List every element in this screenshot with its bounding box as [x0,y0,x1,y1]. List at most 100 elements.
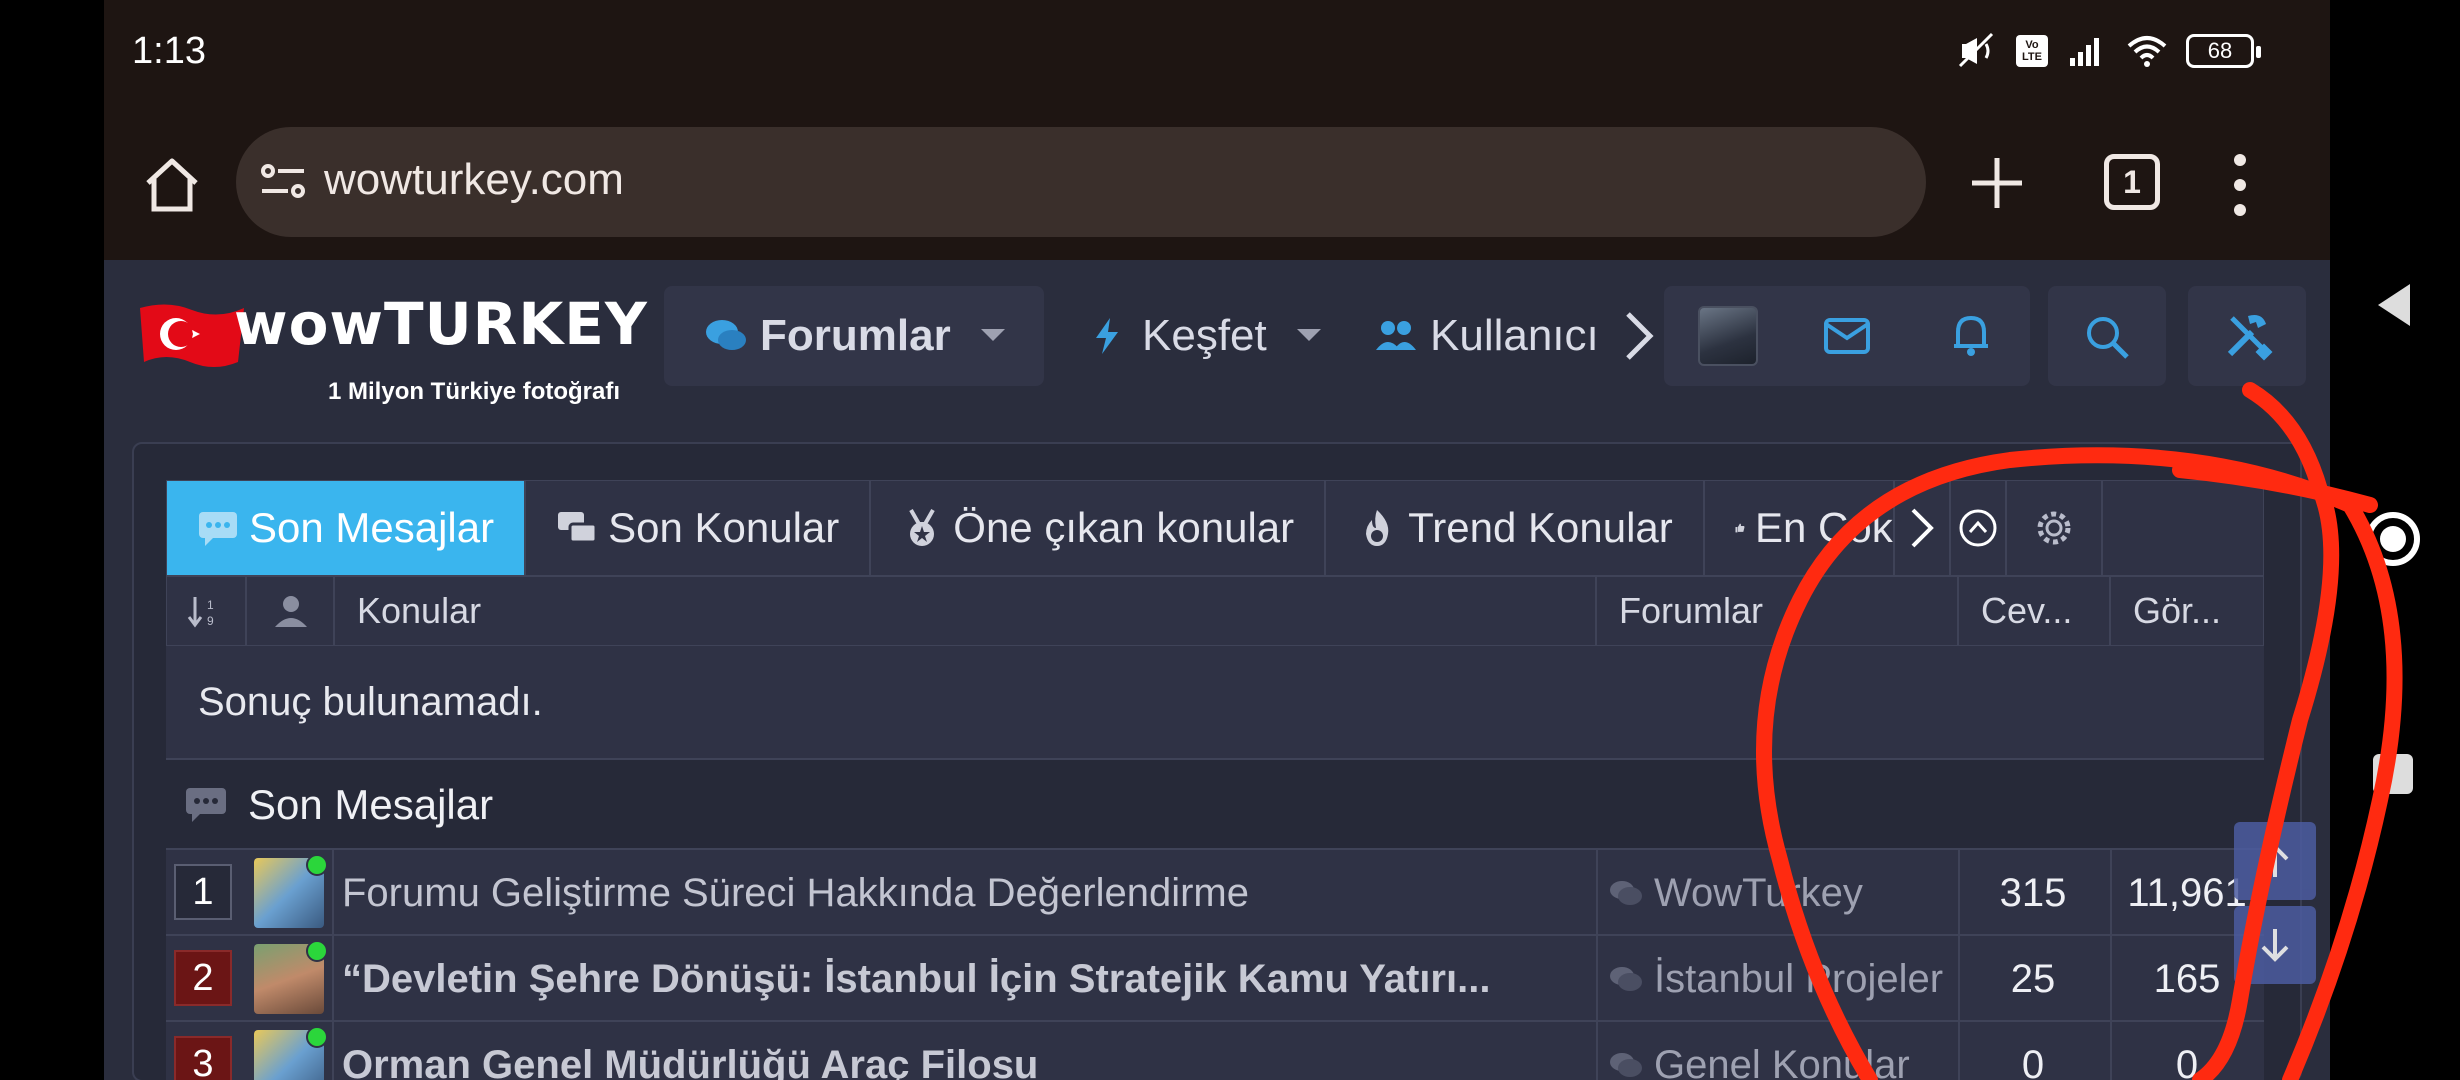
widget-tabs: Son Mesajlar Son Konular Öne çıkan konul… [166,480,2264,576]
nav-forumlar-label: Forumlar [760,311,951,360]
system-navigation-bar [2330,0,2460,1080]
thread-title[interactable]: Forumu Geliştirme Süreci Hakkında Değerl… [342,850,1562,936]
arrow-up-icon [2261,844,2289,877]
forum-name: İstanbul Projeler [1654,957,1944,1001]
tabs-scroll-right-button[interactable] [1895,481,1951,575]
comments-icon [706,320,746,350]
tab-switcher-button[interactable]: 1 [2104,154,2160,210]
volte-badge: Vo LTE [2016,35,2048,67]
latest-posts-widget: Son Mesajlar Son Konular Öne çıkan konul… [132,442,2302,1080]
avatar[interactable] [254,1026,328,1080]
tab-son-mesajlar[interactable]: Son Mesajlar [167,481,527,575]
collapse-button[interactable] [1951,481,2007,575]
avatar[interactable] [254,940,328,1014]
thread-title[interactable]: Orman Genel Müdürlüğü Araç Filosu [342,1022,1562,1080]
comments-icon [558,512,598,544]
comments-icon [1610,881,1642,905]
site-settings-icon[interactable] [258,159,310,205]
section-title-text: Son Mesajlar [248,781,494,828]
mute-vibrate-icon [1958,32,1994,68]
view-count: 0 [2175,1043,2199,1080]
thumbs-up-icon [1735,523,1745,533]
chevron-down-icon[interactable] [979,327,1007,345]
chat-icon [199,512,237,546]
arrow-down-icon [2261,929,2289,962]
sort-icon: 19 [187,597,214,628]
chevron-down-icon[interactable] [1295,327,1323,345]
gear-icon [2037,511,2071,545]
mail-icon[interactable] [1824,318,1870,354]
forum-name: Genel Konular [1654,1043,1910,1080]
tools-icon [2227,315,2273,361]
home-button[interactable] [2366,512,2420,566]
tab-label: Öne çıkan konular [953,504,1295,551]
table-row[interactable]: 3 Orman Genel Müdürlüğü Araç Filosu Gene… [166,1020,2264,1080]
sort-column[interactable]: 19 [167,577,247,645]
tab-one-cikan[interactable]: Öne çıkan konular [871,481,1327,575]
avatar[interactable] [254,854,328,928]
site-page: wowTURKEY 1 Milyon Türkiye fotoğrafı For… [104,260,2330,1080]
nav-scroll-right-icon[interactable] [1624,310,1654,362]
scroll-to-top-button[interactable] [2234,822,2316,900]
widget-settings-button[interactable] [2007,481,2103,575]
rank-badge: 1 [174,864,232,920]
site-logo[interactable]: wowTURKEY 1 Milyon Türkiye fotoğrafı [138,290,647,405]
address-bar[interactable]: wowturkey.com [236,127,1926,237]
chevron-circle-up-icon [1959,509,1997,547]
new-tab-icon[interactable] [1966,152,2028,214]
online-indicator [306,940,328,962]
chevron-right-icon [1911,508,1934,548]
section-heading: Son Mesajlar [166,758,2264,848]
brand-name: wowTURKEY [234,290,648,358]
tab-son-konular[interactable]: Son Konular [526,481,872,575]
table-row[interactable]: 2 “Devletin Şehre Dönüşü: İstanbul İçin … [166,934,2264,1022]
phone-screen: 1:13 Vo LTE 68 wowturkey.com 1 wowTURKEY… [104,0,2330,1080]
thread-forum[interactable]: Genel Konular [1596,1022,1910,1080]
bell-icon[interactable] [1950,312,1992,358]
search-button[interactable] [2048,286,2166,386]
chat-icon [186,788,226,822]
user-icon [275,596,307,627]
avatar-column [247,577,335,645]
thread-title[interactable]: “Devletin Şehre Dönüşü: İstanbul İçin St… [342,936,1562,1022]
tab-label: Trend Konular [1408,504,1673,551]
status-bar: 1:13 Vo LTE 68 [104,0,2330,110]
more-menu-icon[interactable] [2230,152,2250,218]
back-icon[interactable] [2374,280,2414,330]
no-result-message: Sonuç bulunamadı. [166,646,2264,758]
browser-toolbar: wowturkey.com 1 [104,110,2330,260]
svg-text:9: 9 [207,614,214,628]
url-text[interactable]: wowturkey.com [324,155,624,205]
signal-icon [2070,38,2099,66]
home-icon[interactable] [142,155,202,215]
user-menu [1664,286,2030,386]
turkish-flag-icon [140,304,244,367]
reply-count: 25 [2010,957,2056,1001]
reply-count: 0 [2021,1043,2045,1080]
user-avatar[interactable] [1698,306,1758,366]
wifi-icon [2127,36,2167,67]
nav-forumlar[interactable]: Forumlar [664,286,1044,386]
recent-apps-button[interactable] [2373,754,2413,794]
admin-tools-button[interactable] [2188,286,2306,386]
col-forumlar[interactable]: Forumlar [1597,577,1959,645]
online-indicator [306,854,328,876]
nav-kullanicilar-label: Kullanıcı [1430,311,1599,360]
table-row[interactable]: 1 Forumu Geliştirme Süreci Hakkında Değe… [166,848,2264,936]
col-goruntulenme[interactable]: Gör... [2111,577,2263,645]
medal-icon [909,509,936,546]
nav-kesfet[interactable]: Keşfet [1086,286,1356,386]
rank-badge: 3 [174,1036,232,1080]
nav-kullanicilar[interactable]: Kullanıcı [1374,286,1634,386]
tab-label: Son Mesajlar [249,504,495,551]
tab-trend[interactable]: Trend Konular [1326,481,1705,575]
thread-forum[interactable]: WowTurkey [1596,850,1863,936]
col-konular[interactable]: Konular [335,577,1597,645]
thread-forum[interactable]: İstanbul Projeler [1596,936,1943,1022]
col-cevap[interactable]: Cev... [1959,577,2111,645]
scroll-to-bottom-button[interactable] [2234,906,2316,984]
search-icon [2087,317,2129,359]
tab-en-cok[interactable]: En Çok [1705,481,1895,575]
svg-text:1: 1 [207,598,214,612]
reply-count: 315 [1999,871,2067,915]
